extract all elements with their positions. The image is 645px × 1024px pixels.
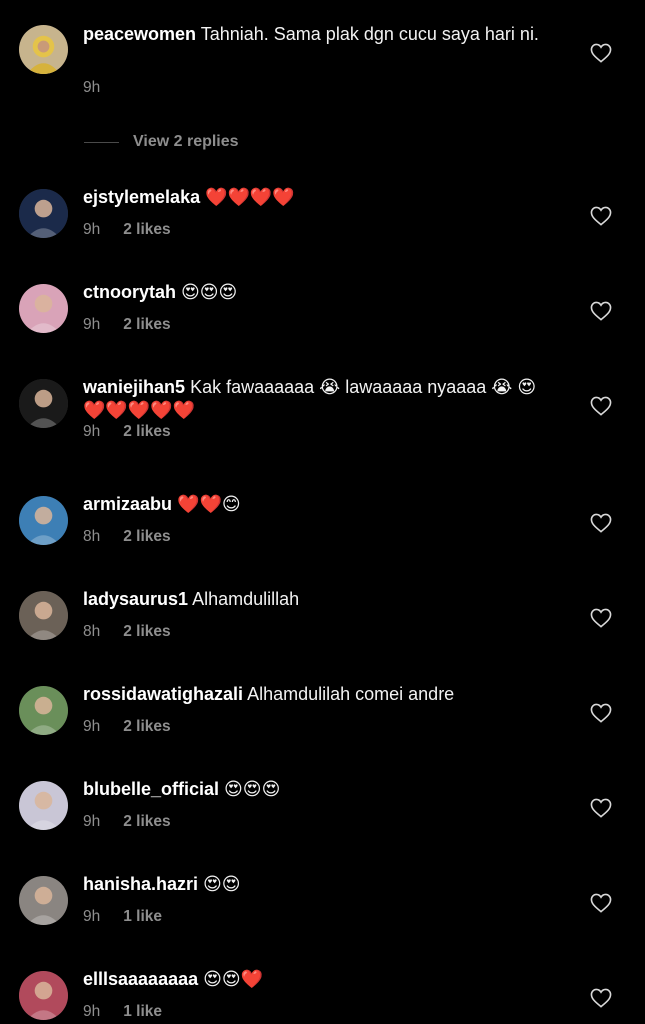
comment-username[interactable]: armizaabu bbox=[83, 494, 172, 514]
comment-meta: 9h bbox=[83, 79, 100, 97]
comment-likes-count[interactable]: 2 likes bbox=[123, 316, 170, 333]
comment-likes-count[interactable]: 1 like bbox=[123, 1003, 162, 1020]
comment-time: 9h bbox=[83, 908, 101, 925]
avatar-image bbox=[19, 189, 68, 238]
avatar-image bbox=[19, 284, 68, 333]
comment-meta: 9h 2 likes bbox=[83, 221, 171, 239]
avatar-image bbox=[19, 25, 68, 74]
like-heart-icon[interactable] bbox=[590, 703, 612, 723]
comment-username[interactable]: blubelle_official bbox=[83, 779, 219, 799]
avatar[interactable] bbox=[19, 284, 68, 333]
comment-text: elllsaaaaaaaa 😍😍❤️ bbox=[83, 968, 558, 991]
comment-username[interactable]: rossidawatighazali bbox=[83, 684, 243, 704]
comment-text: hanisha.hazri 😍😍 bbox=[83, 873, 558, 896]
like-heart-icon[interactable] bbox=[590, 396, 612, 416]
comment-text: blubelle_official 😍😍😍 bbox=[83, 778, 558, 801]
comment-likes-count[interactable]: 2 likes bbox=[123, 813, 170, 830]
comment-meta: 9h 2 likes bbox=[83, 316, 171, 334]
comment-meta: 9h 1 like bbox=[83, 908, 162, 926]
comment-time: 8h bbox=[83, 623, 101, 640]
comment-likes-count[interactable]: 1 like bbox=[123, 908, 162, 925]
view-replies-label: View 2 replies bbox=[133, 133, 239, 150]
comment-username[interactable]: hanisha.hazri bbox=[83, 874, 198, 894]
like-heart-icon[interactable] bbox=[590, 893, 612, 913]
comment-body: 😍😍❤️ bbox=[203, 969, 264, 989]
comment-time: 9h bbox=[83, 221, 101, 238]
comment-meta: 8h 2 likes bbox=[83, 528, 171, 546]
avatar-image bbox=[19, 496, 68, 545]
like-heart-icon[interactable] bbox=[590, 513, 612, 533]
avatar-image bbox=[19, 876, 68, 925]
avatar[interactable] bbox=[19, 25, 68, 74]
avatar-image bbox=[19, 781, 68, 830]
comment-username[interactable]: ctnoorytah bbox=[83, 282, 176, 302]
avatar[interactable] bbox=[19, 379, 68, 428]
comment-meta: 9h 2 likes bbox=[83, 423, 171, 441]
comment-body: Tahniah. Sama plak dgn cucu saya hari ni… bbox=[200, 24, 539, 44]
avatar[interactable] bbox=[19, 781, 68, 830]
like-heart-icon[interactable] bbox=[590, 301, 612, 321]
comment-likes-count[interactable]: 2 likes bbox=[123, 623, 170, 640]
avatar-image bbox=[19, 686, 68, 735]
comment-body: 😍😍😍 bbox=[224, 779, 281, 799]
like-heart-icon[interactable] bbox=[590, 798, 612, 818]
avatar[interactable] bbox=[19, 971, 68, 1020]
avatar[interactable] bbox=[19, 876, 68, 925]
comment-username[interactable]: ejstylemelaka bbox=[83, 187, 200, 207]
comment-text: rossidawatighazali Alhamdulilah comei an… bbox=[83, 683, 558, 706]
comment-meta: 8h 2 likes bbox=[83, 623, 171, 641]
comment-time: 9h bbox=[83, 316, 101, 333]
comment-text: peacewomen Tahniah. Sama plak dgn cucu s… bbox=[83, 23, 558, 46]
avatar[interactable] bbox=[19, 189, 68, 238]
comment-username[interactable]: elllsaaaaaaaa bbox=[83, 969, 198, 989]
comment-time: 9h bbox=[83, 423, 101, 440]
comment-username[interactable]: peacewomen bbox=[83, 24, 196, 44]
comment-username[interactable]: waniejihan5 bbox=[83, 377, 185, 397]
comment-time: 9h bbox=[83, 79, 101, 96]
comment-time: 8h bbox=[83, 528, 101, 545]
comment-text: ladysaurus1 Alhamdulillah bbox=[83, 588, 558, 611]
comment-meta: 9h 2 likes bbox=[83, 718, 171, 736]
comment-meta: 9h 1 like bbox=[83, 1003, 162, 1021]
avatar-image bbox=[19, 591, 68, 640]
avatar-image bbox=[19, 379, 68, 428]
comment-likes-count[interactable]: 2 likes bbox=[123, 528, 170, 545]
avatar[interactable] bbox=[19, 496, 68, 545]
comment-text: ejstylemelaka ❤️❤️❤️❤️ bbox=[83, 186, 558, 209]
replies-divider bbox=[84, 141, 119, 143]
like-heart-icon[interactable] bbox=[590, 988, 612, 1008]
avatar[interactable] bbox=[19, 591, 68, 640]
comment-time: 9h bbox=[83, 1003, 101, 1020]
comment-text: armizaabu ❤️❤️😊 bbox=[83, 493, 558, 516]
comment-body: Alhamdulilah comei andre bbox=[247, 684, 455, 704]
comment-time: 9h bbox=[83, 813, 101, 830]
avatar[interactable] bbox=[19, 686, 68, 735]
comment-body: Alhamdulillah bbox=[192, 589, 300, 609]
comment-body: 😍😍 bbox=[203, 874, 241, 894]
comment-text: waniejihan5 Kak fawaaaaaa 😭 lawaaaaa nya… bbox=[83, 376, 558, 422]
comment-meta: 9h 2 likes bbox=[83, 813, 171, 831]
like-heart-icon[interactable] bbox=[590, 43, 612, 63]
like-heart-icon[interactable] bbox=[590, 608, 612, 628]
comment-username[interactable]: ladysaurus1 bbox=[83, 589, 188, 609]
comment-likes-count[interactable]: 2 likes bbox=[123, 221, 170, 238]
avatar-image bbox=[19, 971, 68, 1020]
comment-body: 😍😍😍 bbox=[181, 282, 238, 302]
comment-time: 9h bbox=[83, 718, 101, 735]
comment-body: ❤️❤️😊 bbox=[177, 494, 241, 514]
comment-body: ❤️❤️❤️❤️ bbox=[205, 187, 295, 207]
like-heart-icon[interactable] bbox=[590, 206, 612, 226]
comment-likes-count[interactable]: 2 likes bbox=[123, 423, 170, 440]
view-replies-button[interactable]: View 2 replies bbox=[84, 132, 239, 152]
comment-text: ctnoorytah 😍😍😍 bbox=[83, 281, 558, 304]
comment-likes-count[interactable]: 2 likes bbox=[123, 718, 170, 735]
